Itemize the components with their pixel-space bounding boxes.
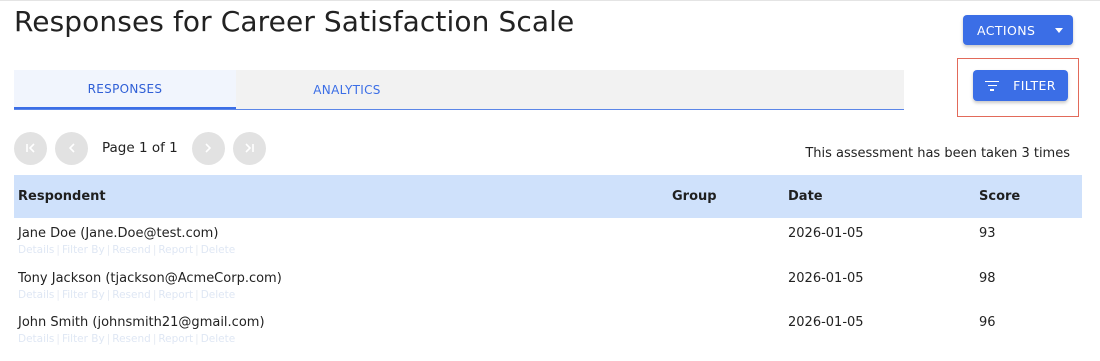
filter-by-link[interactable]: Filter By [62,289,105,301]
details-link[interactable]: Details [18,333,54,345]
next-page-button[interactable] [191,131,225,165]
pagination: Page 1 of 1 [14,131,266,165]
table-row: Jane Doe (Jane.Doe@test.com) 2026-01-05 … [14,218,1082,263]
row-actions: Details | Filter By | Resend | Report | Delete [18,288,236,301]
next-page-icon [205,143,212,153]
taken-count-text: This assessment has been taken 3 times [805,146,1070,161]
date-cell: 2026-01-05 [788,270,864,286]
delete-link[interactable]: Delete [201,244,236,256]
resend-link[interactable]: Resend [112,333,151,345]
score-cell: 98 [979,270,996,286]
first-page-icon [25,143,35,153]
report-link[interactable]: Report [158,289,193,301]
first-page-button[interactable] [14,131,47,165]
page-title: Responses for Career Satisfaction Scale [14,5,575,38]
resend-link[interactable]: Resend [112,289,151,301]
report-link[interactable]: Report [158,244,193,256]
score-cell: 96 [979,315,996,330]
table-row: Tony Jackson (tjackson@AcmeCorp.com) 202… [14,263,1082,308]
tab-responses[interactable]: RESPONSES [14,70,236,109]
header-group: Group [672,189,717,204]
filter-icon [985,80,1000,91]
group-cell [672,218,788,263]
header-respondent: Respondent [18,189,106,204]
date-cell: 2026-01-05 [788,226,864,241]
caret-down-icon [1055,27,1063,33]
details-link[interactable]: Details [18,244,54,256]
group-cell [672,307,788,352]
tab-bar-filler [458,70,904,109]
actions-button-label: ACTIONS [977,22,1036,38]
table-row: John Smith (johnsmith21@gmail.com) 2026-… [14,307,1082,352]
page-indicator: Page 1 of 1 [102,140,178,156]
header-date: Date [788,189,823,204]
date-cell: 2026-01-05 [788,315,864,330]
table-header: Respondent Group Date Score [14,175,1082,218]
last-page-icon [245,143,255,153]
score-cell: 93 [979,226,996,241]
filter-by-link[interactable]: Filter By [62,333,105,345]
delete-link[interactable]: Delete [201,289,236,301]
actions-button[interactable]: ACTIONS [963,15,1073,45]
previous-page-icon [68,143,75,153]
report-link[interactable]: Report [158,333,193,345]
tab-analytics[interactable]: ANALYTICS [236,70,458,109]
row-actions: Details | Filter By | Resend | Report | Delete [18,333,236,345]
row-actions: Details | Filter By | Resend | Report | Delete [18,244,236,256]
last-page-button[interactable] [232,131,266,165]
details-link[interactable]: Details [18,289,54,301]
group-cell [672,263,788,308]
filter-button-label: FILTER [1013,78,1056,93]
top-divider [0,0,1100,1]
header-score: Score [979,189,1021,204]
responses-table: Respondent Group Date Score Jane Doe (Ja… [14,175,1082,352]
resend-link[interactable]: Resend [112,244,151,256]
tab-bar: RESPONSES ANALYTICS [14,70,904,110]
filter-by-link[interactable]: Filter By [62,244,105,256]
filter-button[interactable]: FILTER [973,70,1068,101]
previous-page-button[interactable] [55,131,88,165]
delete-link[interactable]: Delete [201,333,236,345]
